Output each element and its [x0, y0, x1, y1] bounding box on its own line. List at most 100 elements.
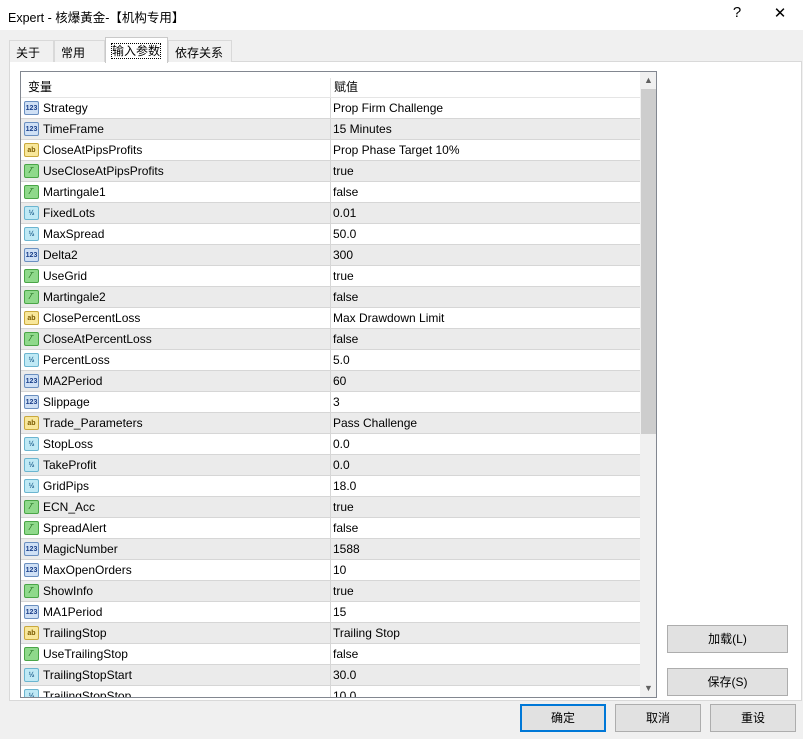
- reset-button[interactable]: 重设: [710, 704, 796, 732]
- table-row[interactable]: ⁄‾ ShowInfo true: [21, 581, 640, 602]
- table-row[interactable]: ½ PercentLoss 5.0: [21, 350, 640, 371]
- table-row[interactable]: ⁄‾ CloseAtPercentLoss false: [21, 329, 640, 350]
- scroll-down-icon[interactable]: ▼: [640, 680, 656, 697]
- column-divider: [330, 518, 331, 539]
- table-row[interactable]: 123 Slippage 3: [21, 392, 640, 413]
- parameter-value[interactable]: true: [333, 269, 354, 283]
- close-button[interactable]: ✕: [768, 4, 792, 22]
- parameter-value[interactable]: 0.0: [333, 458, 350, 472]
- table-row[interactable]: ½ FixedLots 0.01: [21, 203, 640, 224]
- table-row[interactable]: 123 MaxOpenOrders 10: [21, 560, 640, 581]
- boolean-type-icon: ⁄‾: [24, 164, 39, 178]
- parameter-value[interactable]: false: [333, 185, 358, 199]
- integer-type-icon: 123: [24, 101, 39, 115]
- ok-button[interactable]: 确定: [520, 704, 606, 732]
- table-row[interactable]: ⁄‾ ECN_Acc true: [21, 497, 640, 518]
- parameter-value[interactable]: true: [333, 584, 354, 598]
- table-row[interactable]: 123 Delta2 300: [21, 245, 640, 266]
- column-header-value[interactable]: 赋值: [334, 78, 358, 95]
- parameter-value[interactable]: 3: [333, 395, 340, 409]
- tab-inputs[interactable]: 输入参数: [105, 37, 168, 63]
- parameter-value[interactable]: Prop Phase Target 10%: [333, 143, 460, 157]
- parameter-name: GridPips: [43, 479, 90, 493]
- table-row[interactable]: ⁄‾ UseCloseAtPipsProfits true: [21, 161, 640, 182]
- parameter-value[interactable]: 10: [333, 563, 346, 577]
- column-divider: [330, 203, 331, 224]
- parameter-name: TakeProfit: [43, 458, 97, 472]
- tab-about[interactable]: 关于: [9, 40, 54, 62]
- parameter-value[interactable]: 300: [333, 248, 353, 262]
- vertical-scrollbar[interactable]: ▲ ▼: [640, 72, 656, 697]
- table-row[interactable]: 123 MagicNumber 1588: [21, 539, 640, 560]
- parameter-value[interactable]: 1588: [333, 542, 360, 556]
- parameter-name: StopLoss: [43, 437, 94, 451]
- parameter-value[interactable]: false: [333, 290, 358, 304]
- column-divider: [330, 539, 331, 560]
- parameter-name: Trade_Parameters: [43, 416, 143, 430]
- parameter-value[interactable]: Max Drawdown Limit: [333, 311, 444, 325]
- parameter-value[interactable]: 60: [333, 374, 346, 388]
- boolean-type-icon: ⁄‾: [24, 500, 39, 514]
- table-row[interactable]: 123 Strategy Prop Firm Challenge: [21, 98, 640, 119]
- help-button[interactable]: ?: [725, 4, 749, 21]
- parameter-value[interactable]: false: [333, 647, 358, 661]
- parameter-value[interactable]: 15: [333, 605, 346, 619]
- parameter-name: TrailingStopStart: [43, 668, 132, 682]
- table-row[interactable]: ⁄‾ UseTrailingStop false: [21, 644, 640, 665]
- string-type-icon: ab: [24, 143, 39, 157]
- table-row[interactable]: ab ClosePercentLoss Max Drawdown Limit: [21, 308, 640, 329]
- parameter-value[interactable]: Prop Firm Challenge: [333, 101, 443, 115]
- parameter-value[interactable]: 15 Minutes: [333, 122, 392, 136]
- cancel-button[interactable]: 取消: [615, 704, 701, 732]
- table-row[interactable]: ab CloseAtPipsProfits Prop Phase Target …: [21, 140, 640, 161]
- table-row[interactable]: ⁄‾ UseGrid true: [21, 266, 640, 287]
- parameter-name: MaxOpenOrders: [43, 563, 132, 577]
- integer-type-icon: 123: [24, 563, 39, 577]
- column-divider: [330, 245, 331, 266]
- load-button[interactable]: 加载(L): [667, 625, 788, 653]
- table-row[interactable]: ab Trade_Parameters Pass Challenge: [21, 413, 640, 434]
- table-row[interactable]: ½ StopLoss 0.0: [21, 434, 640, 455]
- parameter-value[interactable]: true: [333, 500, 354, 514]
- table-row[interactable]: ½ GridPips 18.0: [21, 476, 640, 497]
- parameter-value[interactable]: 30.0: [333, 668, 356, 682]
- table-row[interactable]: ½ TrailingStopStart 30.0: [21, 665, 640, 686]
- column-divider: [330, 371, 331, 392]
- parameter-value[interactable]: false: [333, 521, 358, 535]
- boolean-type-icon: ⁄‾: [24, 290, 39, 304]
- column-divider: [330, 602, 331, 623]
- tab-common[interactable]: 常用: [54, 40, 105, 62]
- table-row[interactable]: ½ MaxSpread 50.0: [21, 224, 640, 245]
- parameter-value[interactable]: 50.0: [333, 227, 356, 241]
- table-row[interactable]: 123 MA1Period 15: [21, 602, 640, 623]
- parameter-value[interactable]: false: [333, 332, 358, 346]
- table-row[interactable]: ⁄‾ Martingale1 false: [21, 182, 640, 203]
- table-row[interactable]: ⁄‾ Martingale2 false: [21, 287, 640, 308]
- parameter-value[interactable]: Pass Challenge: [333, 416, 417, 430]
- column-divider: [330, 623, 331, 644]
- parameter-value[interactable]: true: [333, 164, 354, 178]
- table-row[interactable]: ⁄‾ SpreadAlert false: [21, 518, 640, 539]
- scroll-up-icon[interactable]: ▲: [640, 72, 656, 89]
- tab-dependencies[interactable]: 依存关系: [168, 40, 232, 62]
- parameter-name: CloseAtPipsProfits: [43, 143, 143, 157]
- parameter-value[interactable]: 0.0: [333, 437, 350, 451]
- table-row[interactable]: ½ TrailingStopStop 10.0: [21, 686, 640, 697]
- column-divider: [330, 560, 331, 581]
- parameter-value[interactable]: 10.0: [333, 689, 356, 697]
- table-row[interactable]: 123 MA2Period 60: [21, 371, 640, 392]
- parameter-value[interactable]: Trailing Stop: [333, 626, 400, 640]
- parameter-value[interactable]: 5.0: [333, 353, 350, 367]
- parameter-value[interactable]: 18.0: [333, 479, 356, 493]
- save-button[interactable]: 保存(S): [667, 668, 788, 696]
- table-row[interactable]: ½ TakeProfit 0.0: [21, 455, 640, 476]
- column-divider: [330, 581, 331, 602]
- table-row[interactable]: 123 TimeFrame 15 Minutes: [21, 119, 640, 140]
- column-header-variable[interactable]: 变量: [28, 78, 52, 95]
- table-row[interactable]: ab TrailingStop Trailing Stop: [21, 623, 640, 644]
- parameter-name: ECN_Acc: [43, 500, 96, 514]
- parameter-value[interactable]: 0.01: [333, 206, 356, 220]
- column-divider: [330, 182, 331, 203]
- scrollbar-thumb[interactable]: [641, 89, 656, 434]
- boolean-type-icon: ⁄‾: [24, 521, 39, 535]
